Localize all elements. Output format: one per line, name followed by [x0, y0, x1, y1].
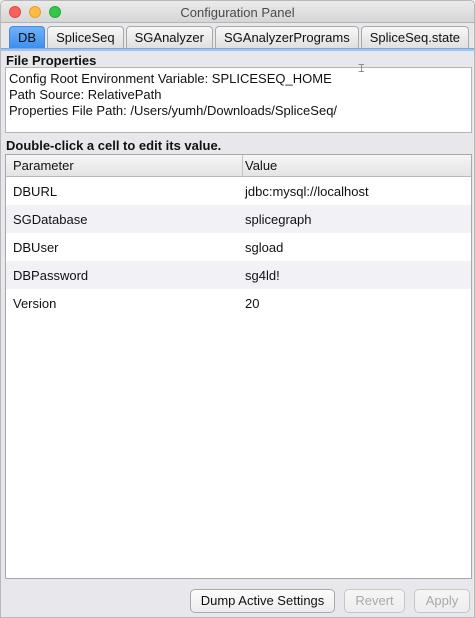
value-cell[interactable]: 20 — [245, 296, 259, 311]
mouse-cursor-icon: ⌶ — [358, 63, 365, 75]
value-cell[interactable]: jdbc:mysql://localhost — [245, 184, 369, 199]
tab-spliceseq-state[interactable]: SpliceSeq.state — [360, 26, 470, 48]
window-title: Configuration Panel — [180, 5, 295, 20]
table-instruction: Double-click a cell to edit its value. — [6, 138, 222, 153]
table-row[interactable]: DBPassword sg4ld! — [6, 261, 471, 289]
tab-bar: DB SpliceSeq SGAnalyzer SGAnalyzerProgra… — [9, 26, 471, 48]
tab-db[interactable]: DB — [9, 26, 46, 48]
button-bar: Dump Active Settings Revert Apply — [1, 581, 474, 617]
parameter-cell[interactable]: DBPassword — [13, 268, 88, 283]
table-row[interactable]: DBURL jdbc:mysql://localhost — [6, 177, 471, 205]
properties-file-path-line: Properties File Path: /Users/yumh/Downlo… — [9, 103, 338, 118]
value-cell[interactable]: splicegraph — [245, 212, 312, 227]
file-properties-box: Config Root Environment Variable: SPLICE… — [5, 67, 472, 133]
dump-active-settings-button[interactable]: Dump Active Settings — [190, 589, 335, 613]
table-row[interactable]: DBUser sgload — [6, 233, 471, 261]
table-row[interactable]: Version 20 — [6, 289, 471, 317]
value-cell[interactable]: sg4ld! — [245, 268, 280, 283]
file-properties-heading: File Properties — [6, 53, 97, 68]
path-source-line: Path Source: RelativePath — [9, 87, 162, 102]
configuration-window: Configuration Panel DB SpliceSeq SGAnaly… — [0, 0, 475, 618]
tab-spliceseq[interactable]: SpliceSeq — [47, 26, 124, 48]
revert-button[interactable]: Revert — [344, 589, 405, 613]
table-row[interactable]: SGDatabase splicegraph — [6, 205, 471, 233]
parameter-cell[interactable]: Version — [13, 296, 56, 311]
config-root-line: Config Root Environment Variable: SPLICE… — [9, 71, 332, 86]
column-header-parameter[interactable]: Parameter — [13, 158, 74, 173]
parameter-cell[interactable]: DBUser — [13, 240, 59, 255]
tab-content-border — [1, 48, 474, 51]
column-header-value[interactable]: Value — [245, 158, 277, 173]
apply-button[interactable]: Apply — [414, 589, 470, 613]
table-header: Parameter Value — [6, 155, 471, 177]
parameter-cell[interactable]: SGDatabase — [13, 212, 87, 227]
value-cell[interactable]: sgload — [245, 240, 283, 255]
tab-sganalyzer[interactable]: SGAnalyzer — [125, 26, 213, 48]
parameter-cell[interactable]: DBURL — [13, 184, 57, 199]
column-divider[interactable] — [242, 155, 243, 177]
title-bar[interactable]: Configuration Panel — [1, 1, 474, 23]
parameters-table[interactable]: Parameter Value DBURL jdbc:mysql://local… — [5, 154, 472, 579]
tab-sganalyzerprograms[interactable]: SGAnalyzerPrograms — [214, 26, 359, 48]
